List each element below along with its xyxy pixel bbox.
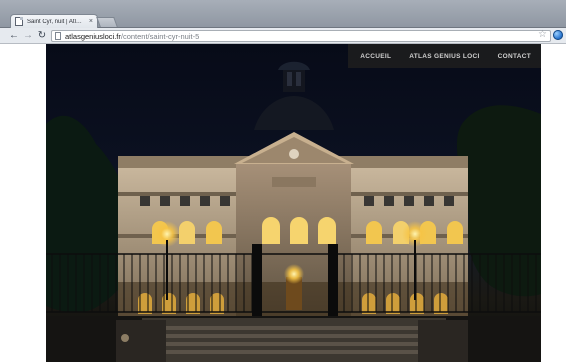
nav-link-contact[interactable]: CONTACT: [498, 53, 531, 60]
address-bar[interactable]: atlasgeniusloci.fr /content/saint-cyr-nu…: [51, 30, 551, 42]
page-icon: [55, 32, 61, 40]
nav-link-atlas-genius-loci[interactable]: ATLAS GENIUS LOCI: [409, 53, 479, 60]
new-tab-button[interactable]: [96, 17, 118, 27]
back-arrow-icon[interactable]: ←: [7, 29, 21, 43]
url-path: /content/saint-cyr-nuit-5: [120, 31, 200, 41]
nav-link-accueil[interactable]: ACCUEIL: [360, 53, 391, 60]
browser-tab[interactable]: Saint Cyr, nuit | Atlas Geni… ×: [10, 14, 98, 28]
url-domain: atlasgeniusloci.fr: [65, 31, 121, 41]
tab-strip: Saint Cyr, nuit | Atlas Geni… ×: [0, 0, 566, 28]
tab-title: Saint Cyr, nuit | Atlas Geni…: [27, 18, 85, 25]
bookmark-star-icon[interactable]: ☆: [538, 30, 547, 40]
browser-toolbar: ← → ↻ atlasgeniusloci.fr /content/saint-…: [0, 28, 566, 44]
extension-icon[interactable]: [553, 30, 563, 40]
forward-arrow-icon[interactable]: →: [21, 29, 35, 43]
close-tab-icon[interactable]: ×: [89, 18, 93, 25]
page-favicon-icon: [15, 17, 23, 26]
site-top-navigation: ACCUEIL ATLAS GENIUS LOCI CONTACT: [348, 44, 541, 68]
page-viewport: ACCUEIL ATLAS GENIUS LOCI CONTACT: [0, 44, 566, 362]
hero-photo: ACCUEIL ATLAS GENIUS LOCI CONTACT: [46, 44, 541, 362]
browser-window: Saint Cyr, nuit | Atlas Geni… × ← → ↻ at…: [0, 0, 566, 362]
reload-icon[interactable]: ↻: [35, 29, 49, 43]
